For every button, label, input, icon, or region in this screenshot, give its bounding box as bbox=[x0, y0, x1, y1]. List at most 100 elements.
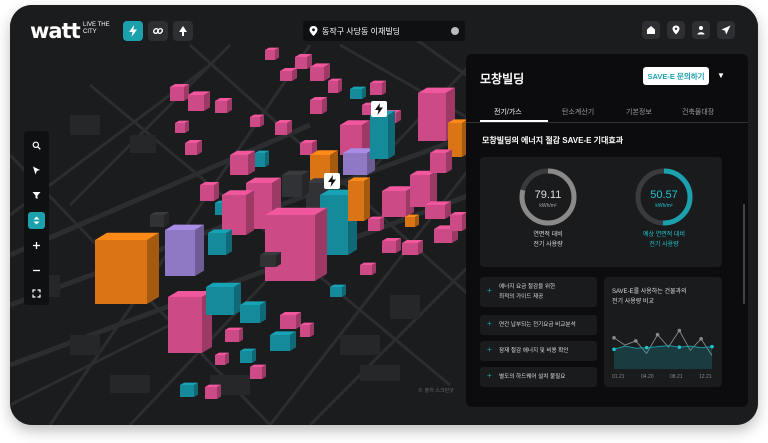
location-button[interactable] bbox=[667, 21, 685, 39]
building-38-front bbox=[405, 217, 415, 227]
green-layer-button[interactable] bbox=[173, 21, 193, 41]
building-62-front bbox=[260, 255, 276, 267]
building-4-front bbox=[328, 81, 338, 93]
app-frame: watt LIVE THE CITY 동작구 사당동 이재빌딩 © 출처 스크린… bbox=[10, 5, 758, 425]
series-0-point-6 bbox=[677, 328, 682, 333]
building-8-front bbox=[350, 89, 362, 99]
usage-rings bbox=[519, 168, 693, 226]
minus-icon bbox=[33, 269, 40, 272]
expected-usage-unit: kWh/m² bbox=[655, 203, 673, 209]
benefit-item-no-hardware[interactable]: + 별도의 하드웨어 설치 불필요 bbox=[480, 367, 597, 387]
building-52-front bbox=[270, 335, 290, 351]
benefit-item-potential-savings[interactable]: + 잠재 절감 에너지 및 비용 확인 bbox=[480, 341, 597, 361]
building-29-front bbox=[222, 195, 246, 235]
building-31-side bbox=[302, 170, 309, 197]
select-tool[interactable] bbox=[28, 162, 45, 179]
building-49-front bbox=[206, 287, 234, 315]
home-button[interactable] bbox=[642, 21, 660, 39]
building-54-side bbox=[252, 348, 256, 363]
x-tick-label-1: 04.20 bbox=[641, 374, 654, 380]
building-31-front bbox=[282, 175, 302, 197]
building-51-front bbox=[280, 315, 296, 329]
account-button[interactable] bbox=[692, 21, 710, 39]
building-17-front bbox=[255, 153, 265, 167]
series-0-point-8 bbox=[699, 337, 703, 341]
building-17-side bbox=[265, 150, 269, 167]
benefit-potential-savings-text: 잠재 절감 에너지 및 비용 확인 bbox=[499, 348, 569, 354]
panel-scrollbar[interactable] bbox=[743, 204, 745, 304]
building-50-side bbox=[260, 301, 266, 323]
address-search[interactable]: 동작구 사당동 이재빌딩 bbox=[303, 21, 465, 41]
tab-basic-info[interactable]: 기본정보 bbox=[626, 107, 652, 117]
map-tool-bar bbox=[24, 131, 49, 305]
building-57-side bbox=[310, 322, 314, 337]
building-45-side bbox=[226, 229, 232, 255]
ground-block-4 bbox=[390, 295, 420, 319]
series-1-area bbox=[614, 345, 712, 369]
expected-usage-label: 예상 연면적 대비 전기 사용량 bbox=[619, 230, 709, 250]
link-layer-button[interactable] bbox=[148, 21, 168, 41]
share-button[interactable] bbox=[717, 21, 735, 39]
building-29-side bbox=[246, 190, 254, 235]
plus-icon: + bbox=[487, 371, 492, 380]
clear-search-icon[interactable] bbox=[451, 27, 459, 35]
building-58-front bbox=[330, 287, 342, 297]
building-3-front bbox=[280, 71, 292, 81]
fullscreen-button[interactable] bbox=[28, 285, 45, 302]
savings-rings-card: 79.11 kWh/m² 연면적 대비 전기 사용량 50.57 kWh/m² … bbox=[480, 157, 722, 267]
building-11-side bbox=[322, 97, 327, 114]
current-usage-label-line2: 전기 사용량 bbox=[533, 242, 563, 248]
tagline-line2: CITY bbox=[83, 29, 97, 35]
building-33-side bbox=[364, 177, 370, 221]
building-34-front bbox=[382, 191, 406, 217]
current-usage-label-line1: 연면적 대비 bbox=[533, 232, 563, 238]
tree-icon bbox=[179, 26, 187, 36]
zoom-in-button[interactable] bbox=[28, 237, 45, 254]
search-value[interactable]: 동작구 사당동 이재빌딩 bbox=[322, 26, 400, 37]
building-44-front bbox=[165, 230, 195, 276]
building-4-side bbox=[338, 78, 342, 93]
building-16-front bbox=[230, 155, 248, 175]
zoom-out-button[interactable] bbox=[28, 262, 45, 279]
building-22-front bbox=[418, 93, 446, 141]
series-1-point-9 bbox=[710, 344, 714, 349]
building-40-front bbox=[382, 241, 396, 253]
expected-usage-label-line1: 예상 연면적 대비 bbox=[643, 232, 685, 238]
benefit-item-bill-analysis[interactable]: + 연간 납부되는 전기요금 비교분석 bbox=[480, 315, 597, 335]
chevron-down-icon[interactable]: ▼ bbox=[717, 71, 725, 80]
level-tool[interactable] bbox=[28, 212, 45, 229]
building-45-front bbox=[208, 233, 226, 255]
building-61-front bbox=[360, 265, 372, 275]
building-39-front bbox=[368, 219, 380, 231]
building-2-front bbox=[310, 67, 324, 81]
tab-building-register[interactable]: 건축물대장 bbox=[682, 107, 714, 117]
benefit-no-hardware-text: 별도의 하드웨어 설치 불필요 bbox=[499, 374, 566, 380]
ground-block-3 bbox=[340, 335, 380, 355]
building-55-front bbox=[215, 355, 225, 365]
x-tick-label-0: 01.21 bbox=[612, 374, 625, 380]
fullscreen-icon bbox=[32, 289, 41, 298]
filter-tool[interactable] bbox=[28, 187, 45, 204]
current-usage-label: 연면적 대비 전기 사용량 bbox=[508, 230, 588, 250]
building-56-front bbox=[250, 367, 262, 379]
building-25-front bbox=[370, 115, 388, 159]
save-e-inquiry-button[interactable]: SAVE-E 문의하기 bbox=[643, 67, 709, 85]
map-search-tool[interactable] bbox=[28, 137, 45, 154]
tab-electric-gas[interactable]: 전기/가스 bbox=[494, 107, 522, 117]
building-59-side bbox=[194, 382, 198, 397]
building-59-front bbox=[180, 385, 194, 397]
building-15-front bbox=[185, 143, 197, 155]
benefit-bill-analysis-text: 연간 납부되는 전기요금 비교분석 bbox=[499, 322, 576, 328]
tab-carbon-calculator[interactable]: 탄소계산기 bbox=[562, 107, 594, 117]
watt-logo[interactable]: watt bbox=[30, 19, 81, 43]
building-35-front bbox=[410, 175, 430, 207]
ground-block-7 bbox=[130, 135, 156, 153]
building-56-side bbox=[262, 364, 266, 379]
building-26-side bbox=[214, 182, 219, 201]
building-14-front bbox=[175, 123, 185, 133]
building-12-front bbox=[250, 117, 260, 127]
building-9-side bbox=[382, 80, 386, 95]
building-43-front bbox=[450, 215, 462, 231]
energy-layer-button[interactable] bbox=[123, 21, 143, 41]
benefit-item-guide[interactable]: + 에너지 요금 절감을 위한 최적의 가이드 제공 bbox=[480, 277, 597, 307]
